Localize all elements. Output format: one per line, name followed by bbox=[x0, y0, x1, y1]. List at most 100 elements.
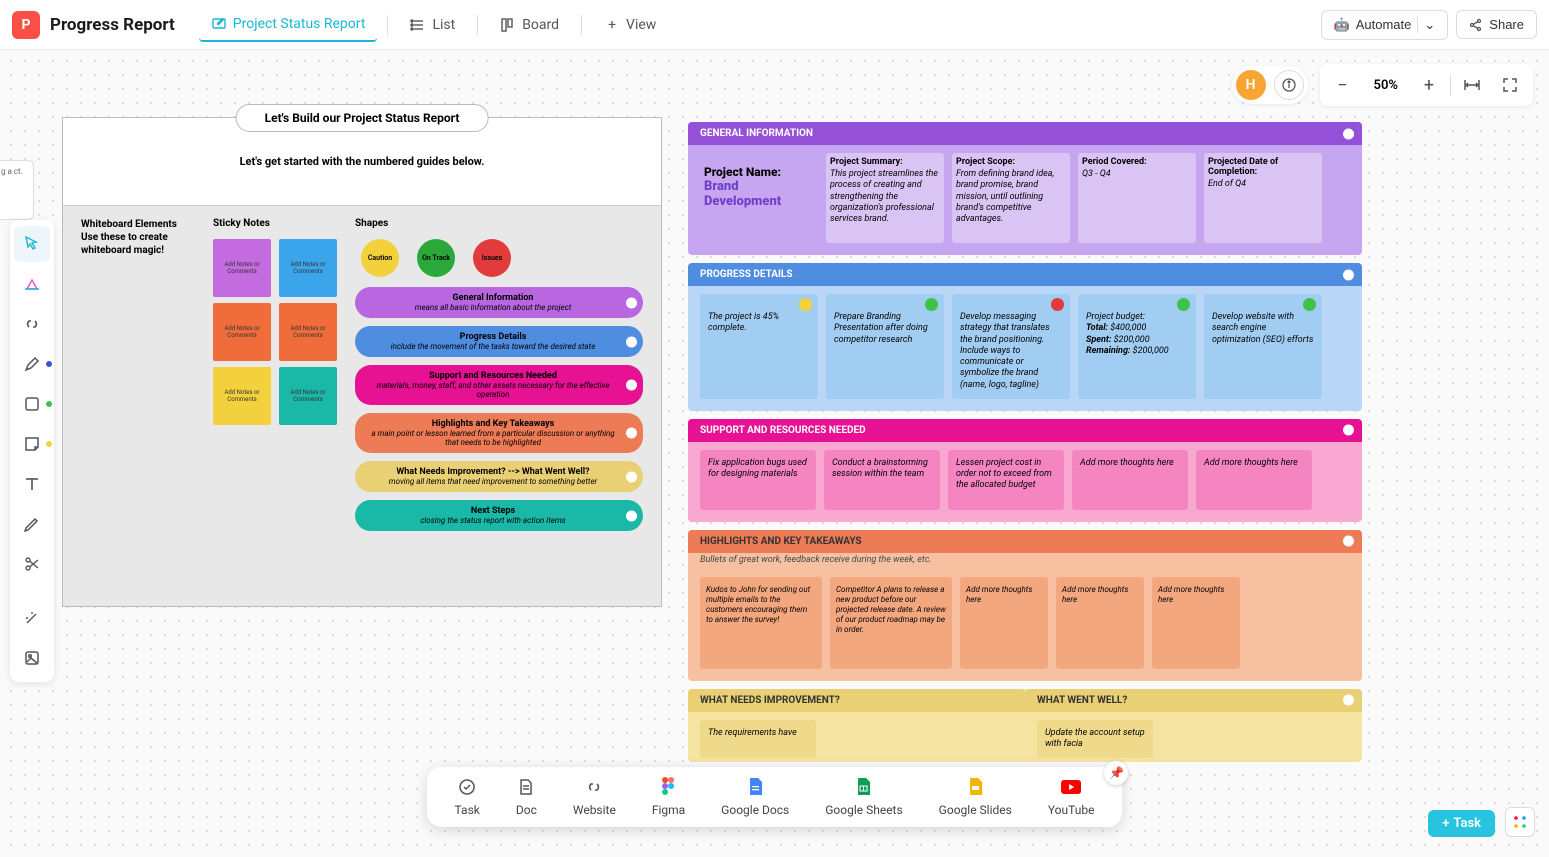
tab-list[interactable]: List bbox=[398, 9, 467, 41]
section-improve[interactable]: WHAT NEEDS IMPROVEMENT? The requirements… bbox=[688, 689, 1362, 763]
gsheets-icon bbox=[854, 777, 874, 797]
progress-card[interactable]: Develop messaging strategy that translat… bbox=[952, 294, 1070, 399]
automate-button[interactable]: 🤖 Automate ⌄ bbox=[1321, 10, 1449, 40]
fullscreen-button[interactable] bbox=[1493, 68, 1527, 102]
shape-bar[interactable]: What Needs Improvement? --> What Went We… bbox=[355, 461, 643, 492]
gi-period[interactable]: Period Covered:Q3 - Q4 bbox=[1078, 153, 1196, 243]
dock-website[interactable]: Website bbox=[573, 777, 616, 817]
insert-dock: 📌 Task Doc Website Figma Google Docs Goo… bbox=[427, 767, 1123, 827]
gi-completion[interactable]: Projected Date of Completion:End of Q4 bbox=[1204, 153, 1322, 243]
section-support[interactable]: SUPPORT AND RESOURCES NEEDED Fix applica… bbox=[688, 419, 1362, 522]
tool-connector[interactable] bbox=[14, 306, 50, 342]
tab-label: View bbox=[626, 17, 656, 33]
highlight-card[interactable]: Competitor A plans to release a new prod… bbox=[830, 577, 952, 669]
whiteboard-canvas[interactable]: g a ct. H − 50% + Let's Build our Pro bbox=[0, 50, 1549, 857]
list-icon bbox=[410, 17, 426, 33]
guide-panel[interactable]: Let's Build our Project Status Report Le… bbox=[62, 117, 662, 607]
zoom-out-button[interactable]: − bbox=[1326, 68, 1360, 102]
highlight-card[interactable]: Add more thoughts here bbox=[1152, 577, 1240, 669]
header-dot bbox=[1343, 128, 1354, 139]
tool-image[interactable] bbox=[14, 640, 50, 676]
support-card[interactable]: Add more thoughts here bbox=[1072, 450, 1188, 510]
shape-bar[interactable]: Next Stepsclosing the status report with… bbox=[355, 500, 643, 531]
section-general[interactable]: GENERAL INFORMATION Project Name: Brand … bbox=[688, 122, 1362, 255]
tool-shapes[interactable] bbox=[14, 386, 50, 422]
progress-card[interactable]: Develop website with search engine optim… bbox=[1204, 294, 1322, 399]
sticky-yellow[interactable]: Add Notes or Comments bbox=[213, 367, 271, 425]
section-header-highlights: HIGHLIGHTS AND KEY TAKEAWAYS bbox=[688, 530, 1362, 553]
sticky-orange2[interactable]: Add Notes or Comments bbox=[279, 303, 337, 361]
section-progress[interactable]: PROGRESS DETAILS The project is 45% comp… bbox=[688, 263, 1362, 411]
share-button[interactable]: Share bbox=[1456, 10, 1537, 39]
zoom-in-button[interactable]: + bbox=[1412, 68, 1446, 102]
tool-text[interactable] bbox=[14, 466, 50, 502]
tool-templates[interactable] bbox=[14, 266, 50, 302]
section-header-progress: PROGRESS DETAILS bbox=[688, 263, 1362, 286]
guide-title: Let's Build our Project Status Report bbox=[236, 104, 489, 132]
app-icon: P bbox=[12, 11, 40, 39]
info-button[interactable] bbox=[1274, 70, 1304, 100]
tool-scissors[interactable] bbox=[14, 546, 50, 582]
sticky-heading: Sticky Notes bbox=[213, 218, 343, 229]
dock-gdocs[interactable]: Google Docs bbox=[721, 777, 789, 817]
fit-width-button[interactable] bbox=[1455, 68, 1489, 102]
tab-project-status[interactable]: Project Status Report bbox=[199, 8, 378, 42]
tool-highlighter[interactable] bbox=[14, 506, 50, 542]
sticky-blue[interactable]: Add Notes or Comments bbox=[279, 239, 337, 297]
tool-pen[interactable] bbox=[14, 346, 50, 382]
support-card[interactable]: Add more thoughts here bbox=[1196, 450, 1312, 510]
dock-youtube[interactable]: YouTube bbox=[1048, 777, 1095, 817]
link-icon bbox=[584, 777, 604, 797]
tool-ai[interactable] bbox=[14, 600, 50, 636]
progress-card[interactable]: The project is 45% complete. bbox=[700, 294, 818, 399]
gi-summary[interactable]: Project Summary:This project streamlines… bbox=[826, 153, 944, 243]
dock-doc[interactable]: Doc bbox=[516, 777, 537, 817]
dock-gsheets[interactable]: Google Sheets bbox=[825, 777, 902, 817]
shape-ontrack[interactable]: On Track bbox=[417, 239, 455, 277]
dock-task[interactable]: Task bbox=[455, 777, 480, 817]
progress-card[interactable]: Prepare Branding Presentation after doin… bbox=[826, 294, 944, 399]
support-card[interactable]: Conduct a brainstorming session within t… bbox=[824, 450, 940, 510]
improve-card[interactable]: The requirements have bbox=[700, 720, 816, 758]
shape-caution[interactable]: Caution bbox=[361, 239, 399, 277]
figma-icon bbox=[659, 777, 679, 797]
guide-elements-heading: Whiteboard Elements Use these to create … bbox=[81, 218, 201, 539]
report-area[interactable]: GENERAL INFORMATION Project Name: Brand … bbox=[688, 122, 1362, 770]
section-highlights[interactable]: HIGHLIGHTS AND KEY TAKEAWAYS Bullets of … bbox=[688, 530, 1362, 681]
support-card[interactable]: Fix application bugs used for designing … bbox=[700, 450, 816, 510]
sticky-teal[interactable]: Add Notes or Comments bbox=[279, 367, 337, 425]
shape-bar[interactable]: Support and Resources Neededmaterials, m… bbox=[355, 365, 643, 405]
highlight-card[interactable]: Kudos to John for sending out multiple e… bbox=[700, 577, 822, 669]
pin-button[interactable]: 📌 bbox=[1104, 761, 1128, 785]
highlight-card[interactable]: Add more thoughts here bbox=[960, 577, 1048, 669]
apps-grid-button[interactable] bbox=[1505, 807, 1535, 837]
tab-board[interactable]: Board bbox=[488, 9, 571, 41]
whiteboard-icon bbox=[211, 16, 227, 32]
sticky-purple[interactable]: Add Notes or Comments bbox=[213, 239, 271, 297]
gi-scope[interactable]: Project Scope:From defining brand idea, … bbox=[952, 153, 1070, 243]
section-header-wentwell: WHAT WENT WELL? bbox=[1025, 689, 1362, 712]
shape-bar[interactable]: General Informationmeans all basic infor… bbox=[355, 287, 643, 318]
tool-select[interactable] bbox=[14, 226, 50, 262]
highlight-card[interactable]: Add more thoughts here bbox=[1056, 577, 1144, 669]
progress-card[interactable]: Project budget:Total: $400,000Spent: $20… bbox=[1078, 294, 1196, 399]
wentwell-card[interactable]: Update the account setup with facia bbox=[1037, 720, 1153, 759]
tool-sticky[interactable] bbox=[14, 426, 50, 462]
zoom-level[interactable]: 50% bbox=[1364, 78, 1408, 93]
user-avatar[interactable]: H bbox=[1236, 70, 1266, 100]
youtube-icon bbox=[1061, 777, 1081, 797]
dock-gslides[interactable]: Google Slides bbox=[939, 777, 1012, 817]
plus-icon: + bbox=[1442, 816, 1449, 831]
support-card[interactable]: Lessen project cost in order not to exce… bbox=[948, 450, 1064, 510]
tab-add-view[interactable]: + View bbox=[592, 9, 668, 41]
shape-bar[interactable]: Highlights and Key Takeawaysa main point… bbox=[355, 413, 643, 453]
quick-task-button[interactable]: +Task bbox=[1428, 810, 1495, 837]
sticky-orange[interactable]: Add Notes or Comments bbox=[213, 303, 271, 361]
shape-issues[interactable]: Issues bbox=[473, 239, 511, 277]
dock-figma[interactable]: Figma bbox=[652, 777, 685, 817]
presence-holder: H bbox=[1232, 66, 1308, 104]
shape-bar[interactable]: Progress Detailsinclude the movement of … bbox=[355, 326, 643, 357]
gi-project-name: Project Name: Brand Development bbox=[700, 153, 818, 243]
share-icon bbox=[1469, 18, 1483, 32]
offscreen-shape[interactable]: g a ct. bbox=[0, 160, 34, 220]
